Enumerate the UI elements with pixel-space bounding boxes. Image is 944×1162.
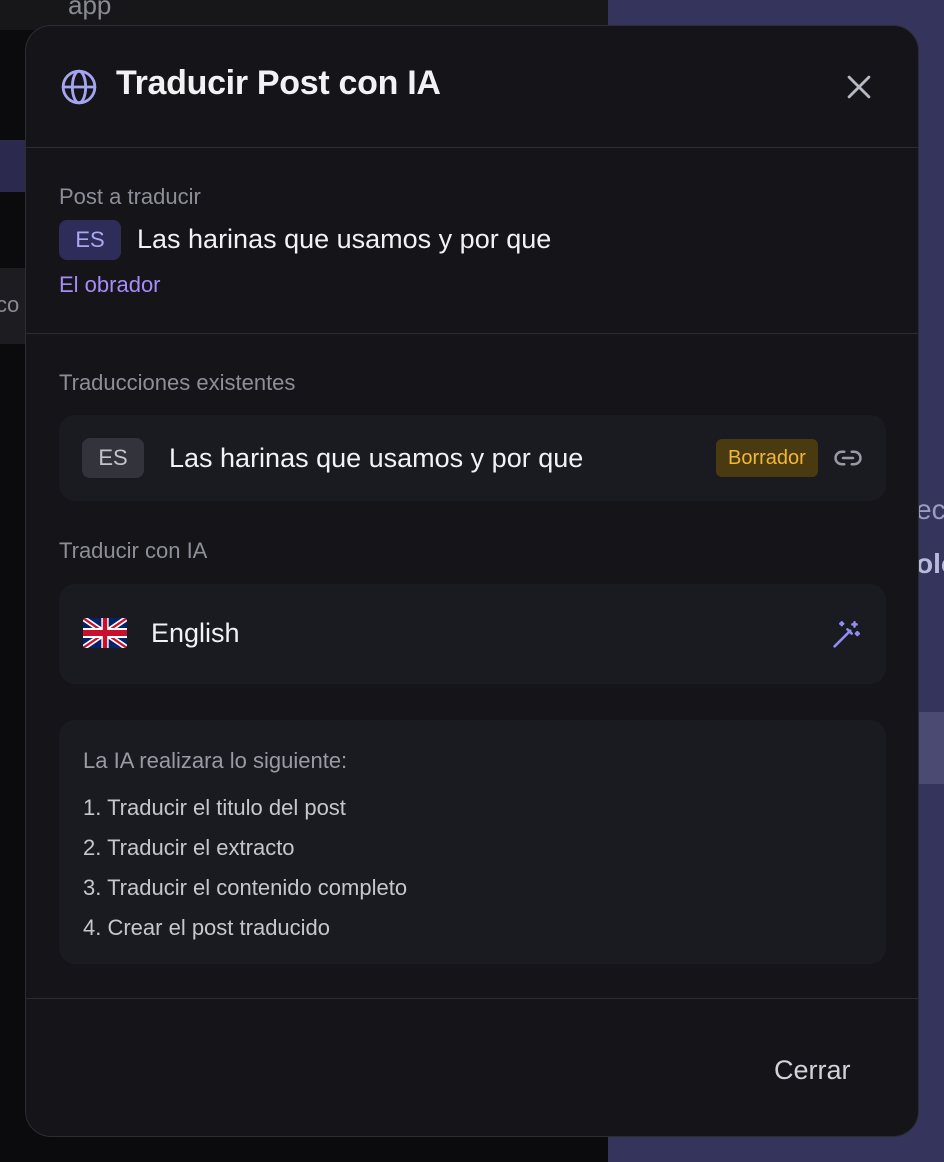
background-panel [918, 712, 944, 784]
existing-translations-label: Traducciones existentes [59, 370, 296, 395]
info-title: La IA realizara lo siguiente: [83, 748, 348, 773]
background-folder-label: app [68, 0, 112, 20]
background-text-fragment: olo [916, 548, 944, 579]
source-post-title: Las harinas que usamos y por que [137, 224, 552, 254]
source-post-section: Post a traducir ES Las harinas que usamo… [26, 148, 918, 334]
background-text-fragment: ec [916, 494, 944, 525]
language-option-english[interactable]: English [59, 584, 886, 684]
magic-wand-icon[interactable] [829, 618, 863, 652]
list-item: 2. Traducir el extracto [83, 835, 295, 860]
translate-ai-label: Traducir con IA [59, 538, 208, 563]
status-badge: Borrador [716, 439, 818, 477]
modal-title: Traducir Post con IA [116, 64, 441, 102]
link-icon[interactable] [833, 443, 863, 473]
modal-header: Traducir Post con IA [26, 26, 918, 148]
ai-info-box: La IA realizara lo siguiente: 1. Traduci… [59, 720, 886, 964]
list-item: 1. Traducir el titulo del post [83, 795, 346, 820]
language-name: English [151, 618, 240, 648]
close-icon[interactable] [842, 70, 876, 104]
language-badge: ES [59, 220, 121, 260]
language-badge: ES [82, 438, 144, 478]
globe-icon [61, 69, 97, 105]
category-link[interactable]: El obrador [59, 272, 161, 298]
list-item: 4. Crear el post traducido [83, 915, 331, 940]
source-label: Post a traducir [59, 184, 201, 209]
translate-modal: Traducir Post con IA Post a traducir ES … [25, 25, 919, 1137]
uk-flag-icon [83, 618, 127, 648]
list-item: 3. Traducir el contenido completo [83, 875, 408, 900]
steps-list: 1. Traducir el titulo del post 2. Traduc… [83, 794, 407, 954]
modal-footer: Cerrar [26, 998, 918, 1136]
background-text-fragment: co [0, 292, 20, 317]
translation-title: Las harinas que usamos y por que [169, 443, 584, 473]
close-button[interactable]: Cerrar [774, 1055, 851, 1086]
existing-translation-row[interactable]: ES Las harinas que usamos y por que Borr… [59, 415, 886, 501]
